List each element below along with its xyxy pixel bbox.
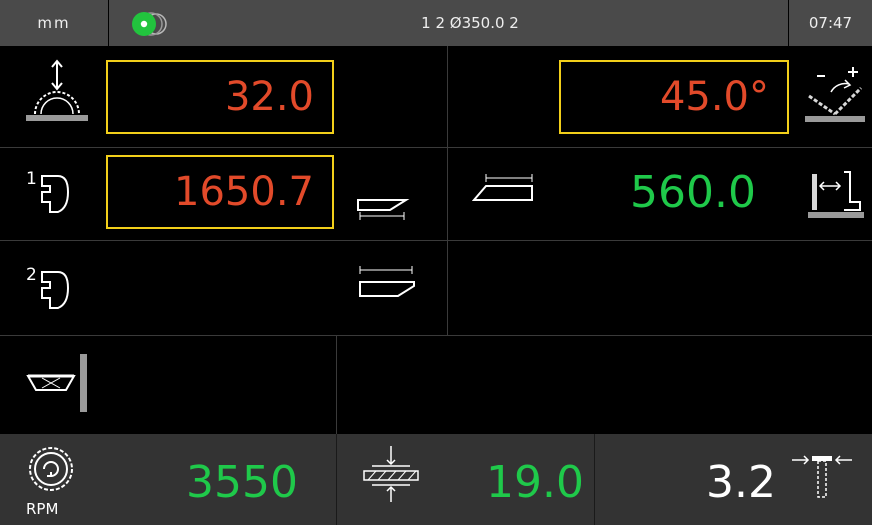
divider	[336, 434, 337, 525]
row-divider	[0, 240, 872, 241]
saw-height-value[interactable]: 32.0	[106, 60, 334, 134]
row-divider	[0, 335, 872, 336]
saw-height-icon	[22, 58, 92, 128]
fence-1-value[interactable]: 1650.7	[106, 155, 334, 229]
column-divider	[336, 335, 337, 434]
fence-1-icon: 1	[22, 162, 82, 226]
column-divider	[447, 46, 448, 335]
program-title: 1 2 Ø350.0 2	[421, 14, 519, 32]
blade-projection-icon	[788, 448, 858, 504]
blade-projection-value[interactable]: 3.2	[640, 450, 776, 516]
rpm-label: RPM	[26, 500, 59, 518]
scoring-unit-icon	[24, 352, 96, 416]
cut-width-value[interactable]: 560.0	[560, 160, 756, 226]
row-divider	[0, 147, 872, 148]
rpm-icon	[26, 444, 76, 494]
unit-label[interactable]: mm	[0, 0, 108, 46]
fence-2-icon: 2	[22, 258, 82, 322]
scoring-depth-icon	[358, 444, 424, 504]
svg-text:2: 2	[26, 265, 37, 285]
svg-text:1: 1	[26, 169, 37, 189]
cut-width-icon	[471, 170, 536, 214]
fence-distance-icon	[804, 166, 866, 222]
rpm-value[interactable]: 3550	[150, 450, 298, 516]
divider	[594, 434, 595, 525]
saw-status-indicator-icon[interactable]	[118, 9, 174, 39]
divider	[108, 0, 109, 46]
bevel-angle-value[interactable]: 45.0°	[559, 60, 789, 134]
clock: 07:47	[808, 14, 853, 32]
miter-cut-right-icon	[356, 262, 416, 306]
bevel-angle-icon	[803, 58, 867, 128]
miter-cut-left-icon	[356, 176, 416, 220]
scoring-depth-value[interactable]: 19.0	[440, 450, 584, 516]
